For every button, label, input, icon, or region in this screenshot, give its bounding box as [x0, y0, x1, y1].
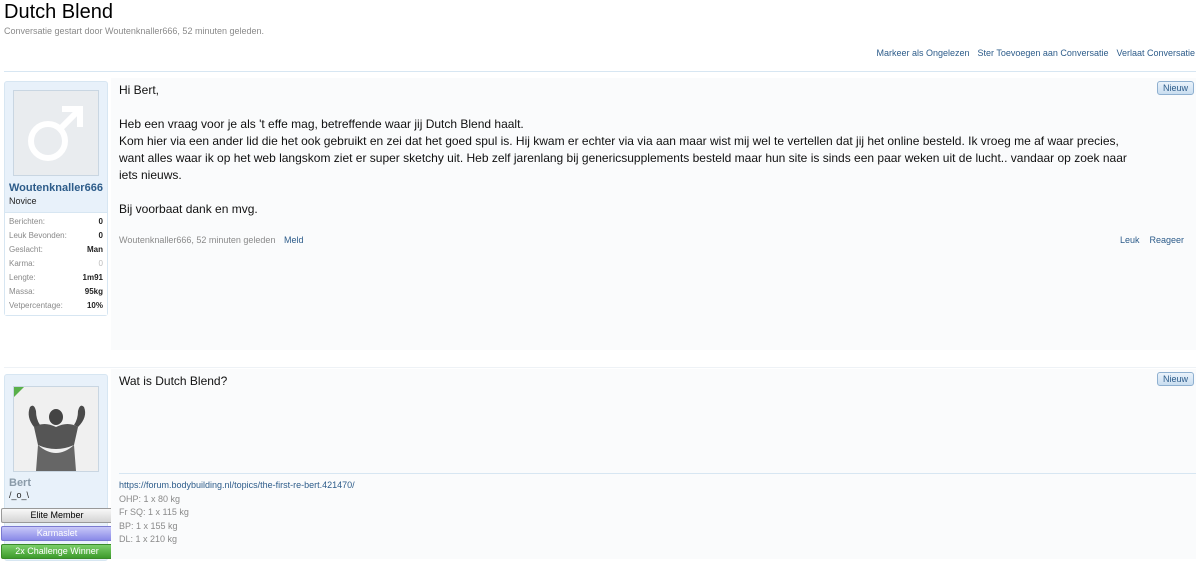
user-title: Novice: [9, 196, 37, 206]
mark-unread-link[interactable]: Markeer als Ongelezen: [876, 48, 969, 58]
stat-gender: Geslacht: Man: [9, 245, 103, 254]
stat-height: Lengte: 1m91: [9, 273, 103, 282]
leave-conversation-link[interactable]: Verlaat Conversatie: [1116, 48, 1195, 58]
thread-subtitle: Conversatie gestart door Woutenknaller66…: [4, 26, 264, 36]
message-meta: Woutenknaller666, 52 minuten geleden Mel…: [119, 235, 303, 245]
user-ribbon-elite-member: Elite Member: [1, 508, 113, 523]
user-stats: Berichten: 0 Leuk Bevonden: 0 Geslacht: Man…: [5, 212, 107, 315]
avatar[interactable]: [13, 90, 99, 176]
user-title: /_o_\: [9, 490, 30, 500]
message: Bert /_o_\ Elite Member Karmaslet 2x Cha…: [0, 369, 1200, 561]
signature: https://forum.bodybuilding.nl/topics/the…: [119, 479, 355, 547]
report-link[interactable]: Meld: [284, 235, 304, 245]
username[interactable]: Bert: [5, 472, 107, 489]
new-badge[interactable]: Nieuw: [1156, 372, 1194, 386]
male-symbol-icon: [14, 91, 98, 175]
user-info-panel: Bert /_o_\ Elite Member Karmaslet 2x Cha…: [1, 374, 113, 561]
new-badge[interactable]: Nieuw: [1156, 81, 1194, 95]
signature-line: DL: 1 x 210 kg: [119, 534, 178, 544]
signature-line: Fr SQ: 1 x 115 kg: [119, 507, 189, 517]
stat-mass: Massa: 95kg: [9, 287, 103, 296]
star-conversation-link[interactable]: Ster Toevoegen aan Conversatie: [978, 48, 1109, 58]
stat-likes: Leuk Bevonden: 0: [9, 231, 103, 240]
message-paragraph: Heb een vraag voor je als 't effe mag, b…: [119, 117, 1127, 182]
header-divider: [4, 71, 1196, 72]
like-link[interactable]: Leuk: [1120, 235, 1140, 245]
username[interactable]: Woutenknaller666: [5, 176, 107, 194]
user-info-panel: Woutenknaller666 Novice Berichten: 0 Leuk…: [4, 81, 108, 316]
message-body: Nieuw Wat is Dutch Blend? https://forum.…: [111, 369, 1196, 559]
avatar[interactable]: [13, 386, 99, 472]
message: Woutenknaller666 Novice Berichten: 0 Leuk…: [0, 78, 1200, 350]
signature-divider: [119, 473, 1196, 474]
signature-line: BP: 1 x 155 kg: [119, 520, 178, 531]
message-separator: [4, 367, 1196, 368]
signature-line: OHP: 1 x 80 kg: [119, 493, 181, 504]
stat-posts: Berichten: 0: [9, 217, 103, 226]
message-author-time[interactable]: Woutenknaller666, 52 minuten geleden: [119, 235, 275, 245]
stat-karma: Karma: 0: [9, 259, 103, 268]
message-paragraph: Bij voorbaat dank en mvg.: [119, 202, 258, 216]
message-text: Hi Bert, Heb een vraag voor je als 't ef…: [119, 82, 1136, 235]
signature-link[interactable]: https://forum.bodybuilding.nl/topics/the…: [119, 480, 355, 490]
online-indicator: [14, 387, 24, 397]
user-ribbon-challenge-winner: 2x Challenge Winner: [1, 544, 113, 559]
page-title: Dutch Blend: [4, 1, 113, 23]
message-body: Nieuw Hi Bert, Heb een vraag voor je als…: [111, 78, 1196, 350]
message-paragraph: Hi Bert,: [119, 83, 160, 97]
message-controls: Leuk Reageer: [1120, 235, 1184, 245]
message-paragraph: Wat is Dutch Blend?: [119, 374, 228, 388]
bodybuilder-photo-icon: [14, 387, 98, 471]
reply-link[interactable]: Reageer: [1149, 235, 1184, 245]
stat-bodyfat: Vetpercentage: 10%: [9, 301, 103, 310]
conversation-actions: Markeer als Ongelezen Ster Toevoegen aan…: [876, 48, 1195, 58]
message-text: Wat is Dutch Blend?: [119, 373, 1136, 407]
user-ribbon-karmaslet: Karmaslet: [1, 526, 113, 541]
